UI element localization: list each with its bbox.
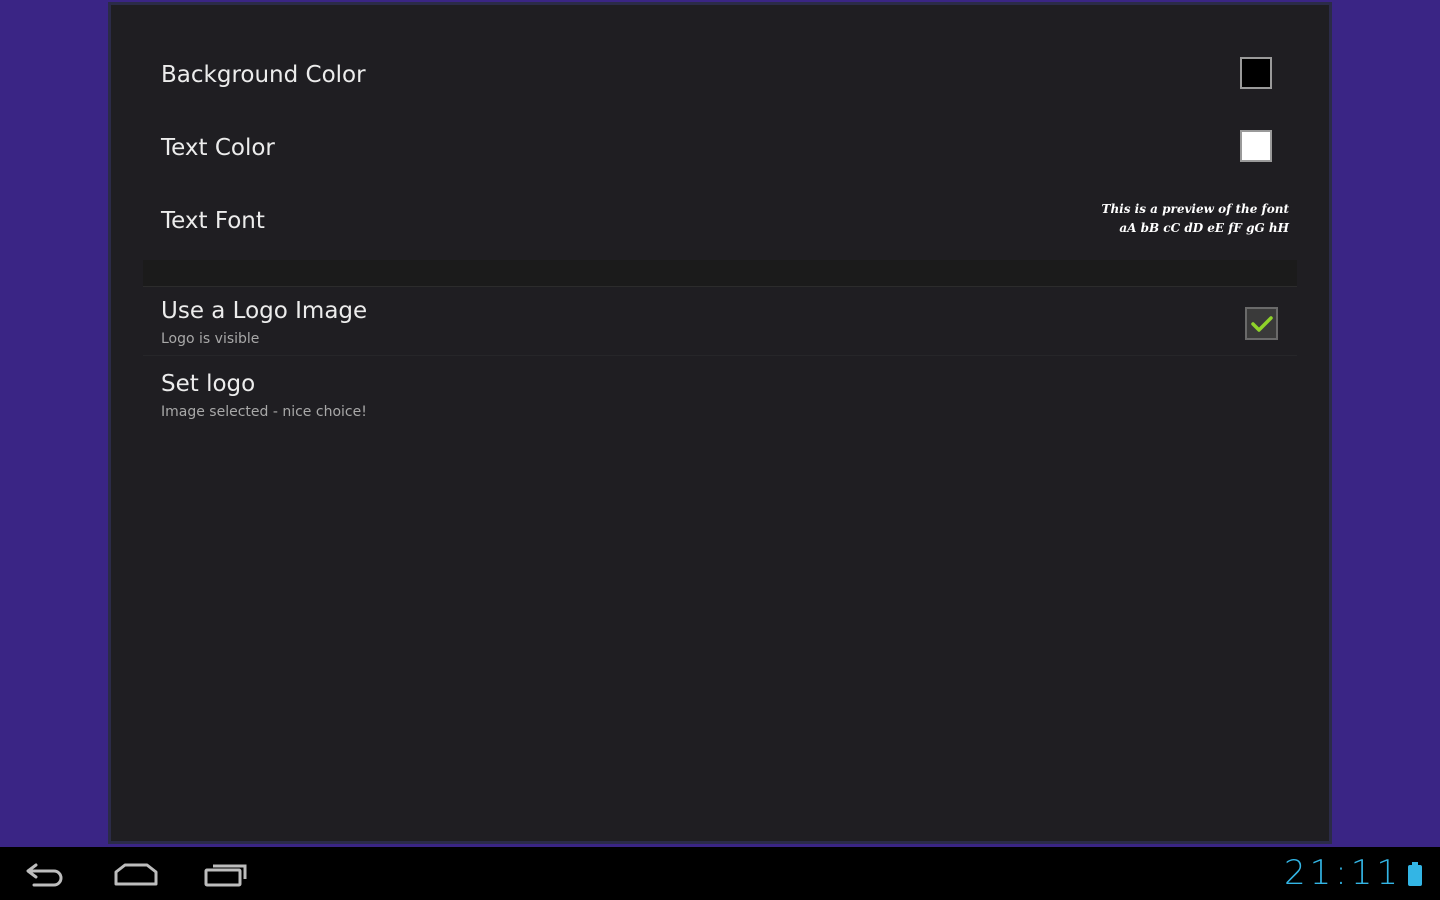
- category-divider: [143, 260, 1297, 287]
- font-preview-line-2: aA bB cC dD eE fF gG hH: [1119, 221, 1289, 235]
- pref-text-color[interactable]: Text Color: [111, 108, 1329, 178]
- background-color-swatch[interactable]: [1240, 57, 1272, 89]
- back-arrow-icon: [26, 863, 63, 887]
- use-logo-checkbox[interactable]: [1245, 307, 1278, 340]
- pref-set-logo-title: Set logo: [161, 371, 256, 397]
- status-clock[interactable]: 21:11: [1284, 853, 1402, 893]
- battery-icon: [1408, 862, 1422, 886]
- row-separator: [143, 355, 1297, 356]
- home-icon: [114, 863, 158, 886]
- pref-text-color-title: Text Color: [161, 135, 275, 161]
- text-color-swatch[interactable]: [1240, 130, 1272, 162]
- home-button[interactable]: [106, 855, 166, 893]
- system-navigation-bar: 21:11: [0, 847, 1440, 900]
- font-preview: This is a preview of the font aA bB cC d…: [1102, 200, 1289, 238]
- checkmark-icon: [1250, 315, 1273, 332]
- pref-set-logo[interactable]: Set logo Image selected - nice choice!: [111, 361, 1329, 427]
- pref-use-logo[interactable]: Use a Logo Image Logo is visible: [111, 288, 1329, 354]
- recent-apps-icon: [204, 864, 247, 887]
- pref-set-logo-summary: Image selected - nice choice!: [161, 404, 367, 420]
- pref-background-color-title: Background Color: [161, 62, 366, 88]
- pref-text-font[interactable]: Text Font This is a preview of the font …: [111, 181, 1329, 253]
- recent-apps-button[interactable]: [196, 855, 256, 893]
- font-preview-line-1: This is a preview of the font: [1101, 202, 1289, 216]
- screen: Background Color Text Color Text Font Th…: [0, 0, 1440, 900]
- pref-use-logo-title: Use a Logo Image: [161, 298, 368, 324]
- pref-background-color[interactable]: Background Color: [111, 35, 1329, 105]
- pref-use-logo-summary: Logo is visible: [161, 331, 260, 347]
- preferences-panel: Background Color Text Color Text Font Th…: [108, 2, 1332, 844]
- back-button[interactable]: [16, 855, 76, 893]
- pref-text-font-title: Text Font: [161, 208, 265, 234]
